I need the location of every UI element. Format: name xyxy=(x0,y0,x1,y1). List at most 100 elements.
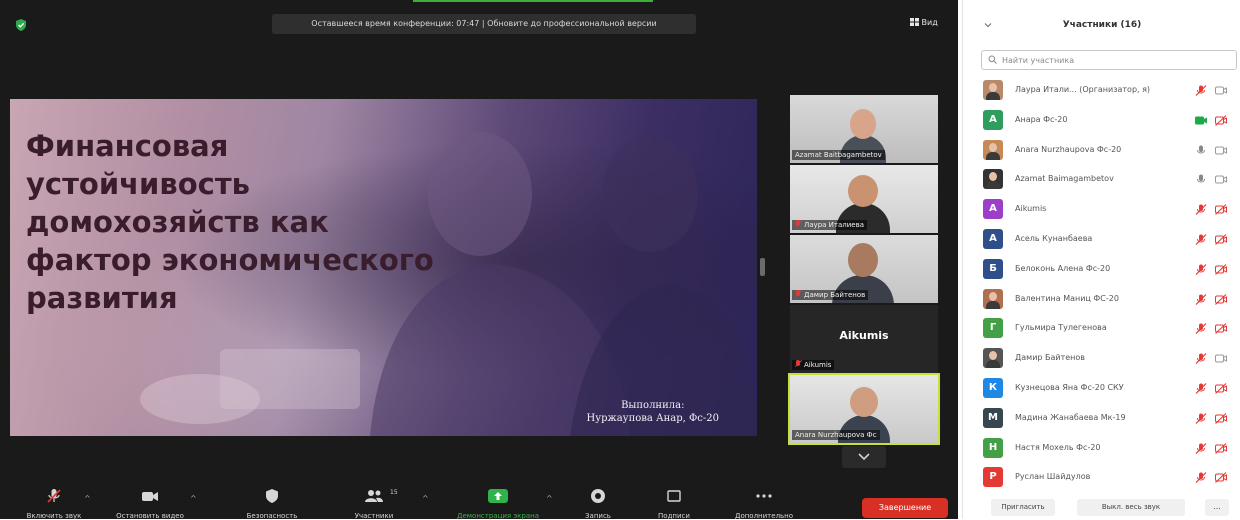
participant-row[interactable]: Н Настя Мохель Фс-20 xyxy=(963,434,1240,463)
participant-avatar-photo xyxy=(983,288,1003,309)
mic-muted-icon xyxy=(795,360,801,368)
video-off-icon xyxy=(1215,263,1227,275)
participant-row[interactable]: Azamat Baimagambetov xyxy=(963,165,1240,194)
participant-avatar-photo xyxy=(983,80,1003,100)
participant-name: Гульмира Тулегенова xyxy=(1015,323,1107,333)
participant-name: Кузнецова Яна Фс-20 СКУ xyxy=(1015,383,1124,392)
participant-name: Асель Кунанбаева xyxy=(1015,234,1093,243)
participant-row[interactable]: Р Руслан Шайдулов xyxy=(963,463,1240,492)
mic-muted-icon xyxy=(1195,323,1207,335)
search-icon xyxy=(988,55,997,64)
participant-row[interactable]: Г Гульмира Тулегенова xyxy=(963,314,1240,343)
captions-button[interactable]: Подписи xyxy=(634,488,714,520)
participant-name: Дамир Байтенов xyxy=(1015,353,1086,363)
mute-all-button[interactable]: Выкл. весь звук xyxy=(1077,499,1185,516)
panel-more-button[interactable]: ... xyxy=(1205,499,1229,516)
slide-title-line: домохозяйств как xyxy=(26,205,329,239)
more-icon xyxy=(756,494,772,498)
participant-name: Мадина Жанабаева Мк-19 xyxy=(1015,412,1126,422)
participant-avatar: А xyxy=(983,229,1003,249)
more-button[interactable]: Дополнительно xyxy=(724,488,804,520)
participant-avatar: Н xyxy=(983,437,1003,458)
slide-title-line: развития xyxy=(26,281,178,315)
participant-face xyxy=(850,109,876,139)
video-tile-name: Aikumis xyxy=(792,360,835,370)
video-tile-name: Лаура Италиева xyxy=(792,220,868,230)
mic-muted-icon xyxy=(795,290,801,298)
participant-avatar-photo xyxy=(983,139,1003,160)
video-camera-icon xyxy=(1215,175,1227,184)
video-off-icon xyxy=(1215,114,1227,126)
participant-row[interactable]: Б Белоконь Алена Фс-20 xyxy=(963,255,1240,284)
participant-row[interactable]: А Анара Фс-20 xyxy=(963,106,1240,135)
audio-options-caret[interactable]: ^ xyxy=(84,494,91,503)
participants-panel: Участники (16) Лаура Итали... (Организат… xyxy=(962,0,1240,519)
video-off-icon xyxy=(1215,412,1227,424)
participant-row[interactable]: Валентина Маниц ФС-20 xyxy=(963,285,1240,314)
zoom-app: Оставшееся время конференции: 07:47 | Об… xyxy=(0,0,1240,520)
participants-panel-header: Участники (16) xyxy=(963,14,1240,40)
unmute-button[interactable]: Включить звук xyxy=(14,488,94,520)
video-tile[interactable]: Azamat Baitbagambetov xyxy=(790,95,938,163)
view-button[interactable]: Вид xyxy=(910,16,938,30)
participants-count: 15 xyxy=(390,489,398,496)
invite-button[interactable]: Пригласить xyxy=(991,499,1055,516)
end-meeting-button[interactable]: Завершение xyxy=(862,498,948,518)
chevron-down-icon xyxy=(858,453,870,461)
participants-options-caret[interactable]: ^ xyxy=(422,494,429,503)
slide-title-line: устойчивость xyxy=(26,167,250,201)
participant-name: Aikumis xyxy=(1015,204,1047,214)
participant-name: Anara Nurzhaupova Фс-20 xyxy=(1015,144,1122,154)
mic-muted-icon xyxy=(1195,472,1207,484)
participant-row[interactable]: М Мадина Жанабаева Мк-19 xyxy=(963,404,1240,433)
video-tiles-scroll-button[interactable] xyxy=(842,446,886,468)
stop-video-button[interactable]: Остановить видео xyxy=(110,488,190,520)
mic-on-icon xyxy=(1197,174,1205,183)
participant-row[interactable]: Дамир Байтенов xyxy=(963,344,1240,373)
video-off-icon xyxy=(1215,204,1227,216)
participant-row[interactable]: Anara Nurzhaupova Фс-20 xyxy=(963,136,1240,165)
video-tile[interactable]: Aikumis Aikumis xyxy=(790,305,938,373)
grid-view-icon xyxy=(910,18,919,26)
security-button[interactable]: Безопасность xyxy=(232,488,312,520)
participant-name: Руслан Шайдулов xyxy=(1015,472,1091,482)
video-off-icon xyxy=(1215,323,1227,335)
participants-button[interactable]: Участники xyxy=(334,488,414,520)
slide-title-line: Финансовая xyxy=(26,129,229,163)
video-camera-icon xyxy=(1215,354,1227,363)
video-tile-active-speaker[interactable]: Anara Nurzhaupova Фс xyxy=(788,373,940,445)
encryption-shield-icon[interactable] xyxy=(14,18,28,32)
time-remaining-notice[interactable]: Оставшееся время конференции: 07:47 | Об… xyxy=(272,14,696,34)
video-off-icon xyxy=(1215,383,1227,394)
video-tile[interactable]: Дамир Байтенов xyxy=(790,235,938,303)
participant-avatar: Г xyxy=(983,318,1003,339)
share-screen-button[interactable]: Демонстрация экрана xyxy=(456,488,540,520)
meeting-area: Оставшееся время конференции: 07:47 | Об… xyxy=(0,0,958,520)
splitter-handle[interactable] xyxy=(760,258,765,276)
video-camera-icon xyxy=(1215,146,1227,155)
share-options-caret[interactable]: ^ xyxy=(546,494,553,503)
participant-row[interactable]: Лаура Итали... (Организатор, я) xyxy=(963,76,1240,105)
video-off-icon xyxy=(1215,234,1227,245)
record-icon xyxy=(591,489,605,503)
participant-row[interactable]: К Кузнецова Яна Фс-20 СКУ xyxy=(963,374,1240,403)
slide-author: Выполнила: Нуржаупова Анар, Фс-20 xyxy=(587,399,719,425)
view-label: Вид xyxy=(921,18,938,27)
participant-row[interactable]: A Aikumis xyxy=(963,195,1240,224)
video-options-caret[interactable]: ^ xyxy=(190,494,197,503)
shield-icon xyxy=(266,489,278,503)
video-tile-name-text: Дамир Байтенов xyxy=(804,291,866,299)
video-off-icon xyxy=(1215,472,1227,484)
participant-face xyxy=(848,175,878,207)
record-button[interactable]: Запись xyxy=(558,488,638,520)
participant-name: Белоконь Алена Фс-20 xyxy=(1015,263,1111,273)
video-tile[interactable]: Лаура Италиева xyxy=(790,165,938,233)
participant-avatar: М xyxy=(983,407,1003,428)
participant-row[interactable]: А Асель Кунанбаева xyxy=(963,225,1240,254)
participant-search-box[interactable] xyxy=(981,50,1237,70)
video-tile-name: Anara Nurzhaupova Фс xyxy=(792,430,880,440)
participant-search-input[interactable] xyxy=(1002,52,1227,68)
mic-muted-icon xyxy=(47,489,61,503)
participant-avatar-photo xyxy=(983,348,1003,369)
participant-avatar: К xyxy=(983,378,1003,398)
